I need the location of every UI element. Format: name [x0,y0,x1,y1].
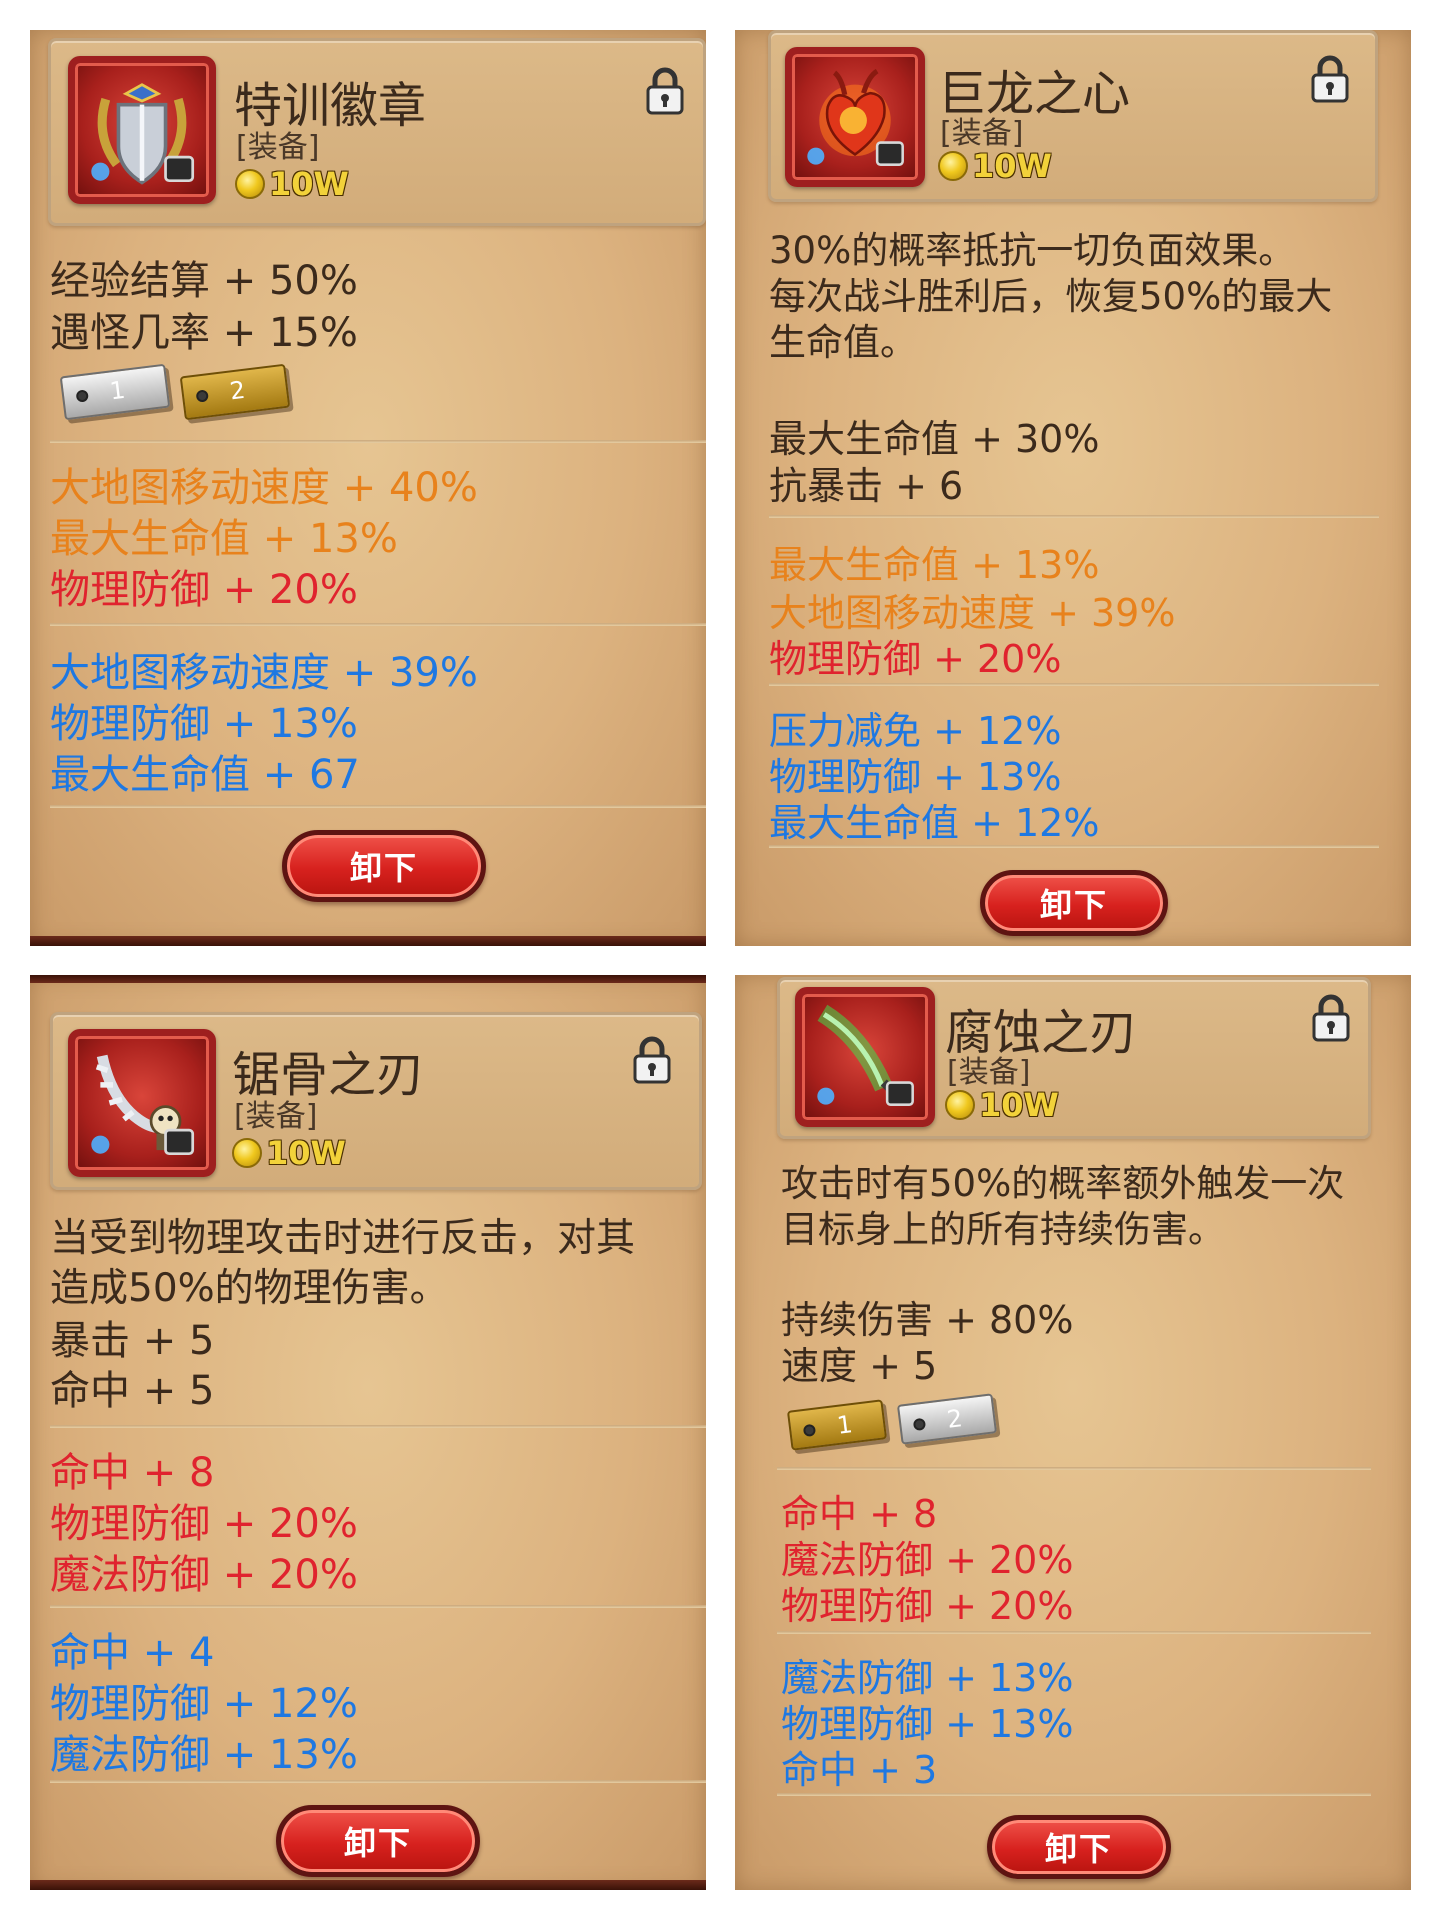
red-stat: 物理防御 + 20% [50,567,358,613]
gold-coin-icon [235,169,265,199]
base-stat: 遇怪几率 + 15% [50,310,358,356]
divider [50,623,706,626]
blue-stat: 大地图移动速度 + 39% [50,650,478,696]
item-card-dragon-heart: 巨龙之心 [装备] 10W 30%的概率抵抗一切负面效果。 每次战斗胜利后，恢复… [735,30,1411,946]
item-card-corrosion-blade: 腐蚀之刃 [装备] 10W 攻击时有50%的概率额外触发一次 目标身上的所有持续… [735,975,1411,1890]
tag-number: 1 [835,1410,854,1440]
gem-socket-tag: 1 [59,363,171,421]
tag-number: 2 [945,1404,964,1434]
shield-badge-icon[interactable] [68,56,216,204]
divider [777,1467,1371,1470]
divider [777,1631,1371,1634]
orange-stat: 大地图移动速度 + 40% [50,465,478,511]
item-type: [装备] [940,116,1024,151]
divider [50,1425,706,1428]
base-stat: 速度 + 5 [781,1344,938,1388]
divider [769,515,1379,518]
blue-stat: 最大生命值 + 67 [50,752,360,798]
base-stat: 命中 + 5 [50,1368,215,1414]
unequip-button-label: 卸下 [349,849,418,887]
gem-socket-tag: 2 [179,363,291,421]
description-line: 目标身上的所有持续伤害。 [781,1208,1225,1251]
divider [50,440,706,443]
lock-icon[interactable] [1310,54,1350,104]
divider [50,1605,706,1608]
item-price: 10W [938,147,1052,185]
corrosion-blade-icon[interactable] [795,987,935,1127]
divider [50,1780,706,1783]
item-price: 10W [232,1134,346,1172]
red-stat: 物理防御 + 20% [769,637,1062,681]
base-stat: 抗暴击 + 6 [769,464,964,508]
blue-stat: 命中 + 3 [781,1748,938,1792]
gold-coin-icon [945,1090,975,1120]
blue-stat: 魔法防御 + 13% [50,1732,358,1778]
lock-icon[interactable] [1311,993,1351,1043]
item-card-training-badge: 特训徽章 [装备] 10W 经验结算 + 50% 遇怪几率 + 15% 1 2 … [30,30,706,946]
price-text: 10W [269,165,349,203]
divider [769,845,1379,848]
dragon-heart-icon[interactable] [785,47,925,187]
blue-stat: 物理防御 + 13% [50,701,358,747]
red-stat: 命中 + 8 [50,1450,215,1496]
unequip-button[interactable]: 卸下 [282,830,486,902]
orange-stat: 最大生命值 + 13% [769,543,1100,587]
item-price: 10W [945,1086,1059,1124]
lock-icon[interactable] [645,66,685,116]
gold-coin-icon [938,151,968,181]
gem-socket-tag: 1 [786,1399,888,1451]
lock-icon[interactable] [632,1035,672,1085]
gem-socket-tag: 2 [896,1393,998,1445]
item-price: 10W [235,165,349,203]
blue-stat: 最大生命值 + 12% [769,801,1100,845]
gold-coin-icon [232,1138,262,1168]
price-text: 10W [972,147,1052,185]
description-line: 造成50%的物理伤害。 [50,1266,449,1311]
unequip-button[interactable]: 卸下 [987,1815,1171,1879]
divider [50,805,706,808]
item-type: [装备] [234,1099,318,1134]
red-stat: 魔法防御 + 20% [50,1552,358,1598]
unequip-button[interactable]: 卸下 [276,1805,480,1877]
blue-stat: 物理防御 + 12% [50,1681,358,1727]
divider [777,1793,1371,1796]
description-line: 当受到物理攻击时进行反击，对其 [50,1216,636,1261]
price-text: 10W [979,1086,1059,1124]
unequip-button-label: 卸下 [1044,1830,1113,1868]
item-type: [装备] [236,130,320,165]
item-card-bone-saw-blade: 锯骨之刃 [装备] 10W 当受到物理攻击时进行反击，对其 造成50%的物理伤害… [30,975,706,1890]
bone-saw-blade-icon[interactable] [68,1029,216,1177]
price-text: 10W [266,1134,346,1172]
unequip-button-label: 卸下 [1039,886,1108,924]
description-line: 生命值。 [769,321,917,364]
orange-stat: 最大生命值 + 13% [50,516,398,562]
tag-number: 1 [108,375,127,406]
divider [769,683,1379,686]
base-stat: 经验结算 + 50% [50,258,358,304]
unequip-button-label: 卸下 [343,1824,412,1862]
item-type: [装备] [947,1055,1031,1090]
tag-number: 2 [228,375,247,406]
blue-stat: 命中 + 4 [50,1630,215,1676]
unequip-button[interactable]: 卸下 [980,870,1168,936]
red-stat: 物理防御 + 20% [50,1501,358,1547]
red-stat: 物理防御 + 20% [781,1584,1074,1628]
